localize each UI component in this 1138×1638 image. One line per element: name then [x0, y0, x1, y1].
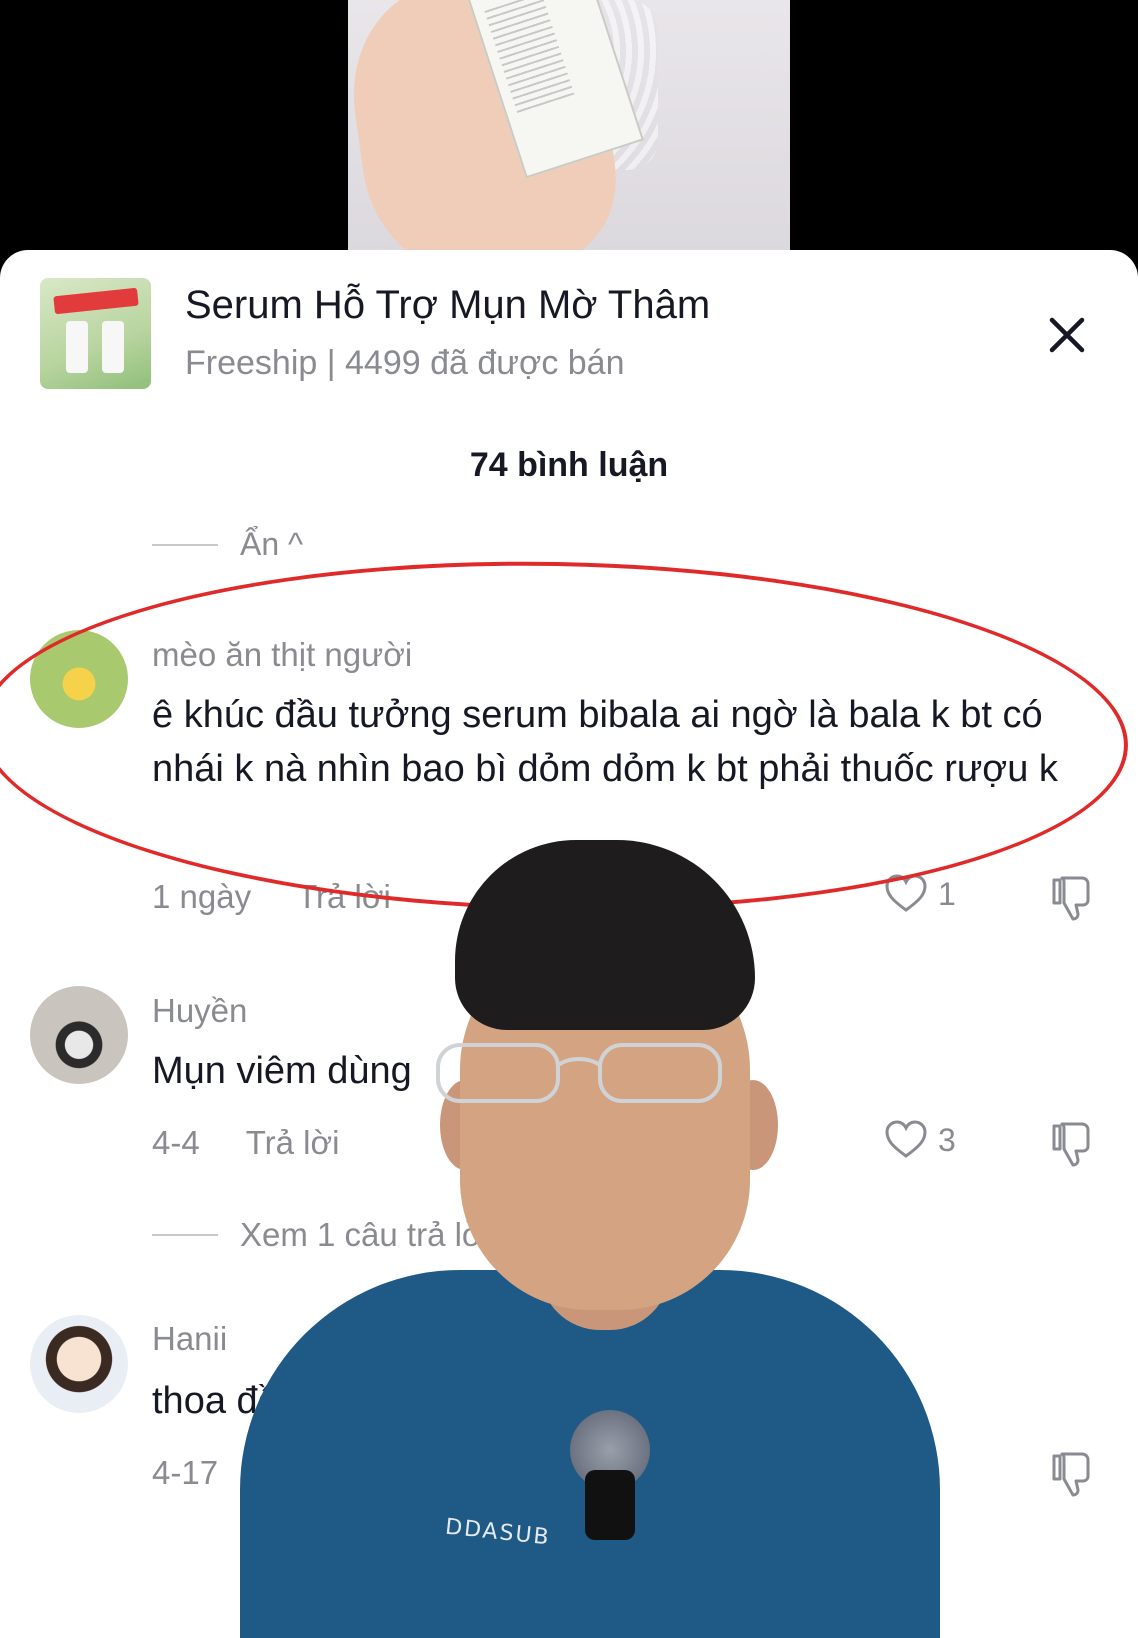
bottle-image [66, 321, 88, 373]
presenter-overlay: DDASUB [240, 840, 940, 1638]
hair [455, 840, 755, 1030]
glasses-icon [436, 1043, 722, 1103]
like-count: 1 [938, 875, 956, 912]
microphone-body [585, 1470, 635, 1540]
divider-line [152, 1234, 218, 1236]
video-preview[interactable] [0, 0, 1138, 250]
product-thumbnail[interactable] [40, 278, 151, 389]
like-count: 3 [938, 1121, 956, 1158]
hide-label: Ẩn ^ [240, 526, 304, 562]
divider-line [152, 543, 218, 546]
product-title[interactable]: Serum Hỗ Trợ Mụn Mờ Thâm [185, 283, 710, 328]
dislike-icon[interactable] [1048, 872, 1098, 922]
comment-count: 74 bình luận [469, 446, 669, 484]
comment-meta: 4-17 [152, 1454, 218, 1492]
thumb-banner [53, 287, 139, 315]
bottle-image [102, 321, 124, 373]
video-frame [348, 0, 790, 250]
comment-time: 1 ngày [152, 878, 252, 915]
comment-username[interactable]: Huyền [152, 992, 247, 1030]
comment-username[interactable]: Hanii [152, 1320, 227, 1358]
avatar[interactable] [30, 1315, 128, 1413]
dislike-icon[interactable] [1048, 1448, 1098, 1498]
comment-time: 4-4 [152, 1124, 200, 1161]
comment-time: 4-17 [152, 1454, 219, 1491]
avatar[interactable] [30, 986, 128, 1084]
hide-replies-button[interactable]: Ẩn ^ [152, 526, 303, 563]
dislike-icon[interactable] [1048, 1118, 1098, 1168]
close-icon[interactable] [1042, 310, 1092, 360]
product-subtitle: Freeship | 4499 đã được bán [185, 344, 625, 382]
